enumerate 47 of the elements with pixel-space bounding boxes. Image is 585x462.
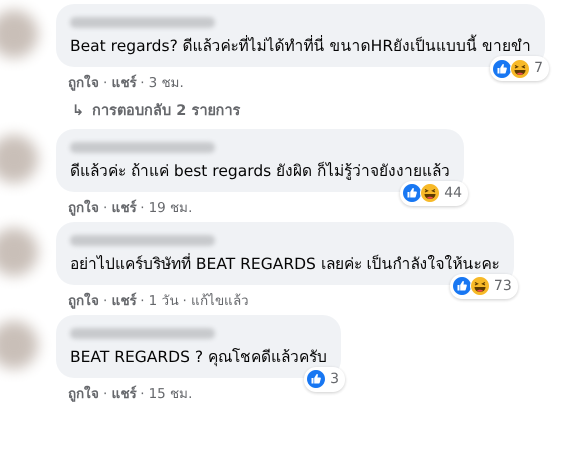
timestamp: 19 ชม. bbox=[148, 198, 192, 218]
separator-dot: · bbox=[103, 292, 108, 311]
laughing-emoji-icon bbox=[420, 183, 440, 204]
laughing-emoji-icon bbox=[470, 276, 490, 296]
separator-dot: · bbox=[182, 292, 187, 311]
action-link[interactable]: ถูกใจ bbox=[68, 198, 99, 222]
action-link[interactable]: แชร์ bbox=[111, 73, 136, 97]
avatar[interactable] bbox=[0, 320, 38, 369]
action-link[interactable]: แชร์ bbox=[111, 290, 136, 315]
separator-dot: · bbox=[103, 198, 108, 218]
comment-text: BEAT REGARDS ? คุณโชคดีแล้วครับ bbox=[70, 346, 328, 368]
action-link[interactable]: ถูกใจ bbox=[68, 384, 99, 408]
separator-dot: · bbox=[140, 292, 145, 311]
timestamp: 3 ชม. bbox=[148, 74, 184, 93]
separator-dot: · bbox=[103, 384, 108, 404]
reaction-summary[interactable]: 73 bbox=[450, 274, 518, 299]
timestamp: 15 ชม. bbox=[148, 384, 192, 404]
replies-link[interactable]: ↳ การตอบกลับ 2 รายการ bbox=[56, 97, 240, 129]
avatar[interactable] bbox=[0, 134, 38, 183]
comment-text: Beat regards? ดีแล้วค่ะที่ไม่ได้ทำที่นี่ ขนาดHRยังเป็นแบบนี้ ขายขำ bbox=[70, 34, 532, 58]
comment-text: อย่าไปแคร์บริษัทที่ BEAT REGARDS เลยค่ะ เป็นกำลังใจให้นะคะ bbox=[70, 252, 500, 275]
avatar[interactable] bbox=[0, 228, 38, 276]
laughing-emoji-icon bbox=[510, 58, 530, 78]
separator-dot: · bbox=[103, 74, 108, 93]
reaction-count: 44 bbox=[444, 184, 462, 203]
reaction-count: 3 bbox=[330, 370, 340, 389]
reaction-count: 7 bbox=[534, 59, 544, 78]
like-icon bbox=[306, 369, 326, 390]
comment-text: ดีแล้วค่ะ ถ้าแค่ best regards ยังผิด ก็ไม่รู้ว่าจยังงายแล้ว bbox=[70, 160, 450, 182]
action-link[interactable]: แชร์ bbox=[111, 384, 136, 408]
like-icon bbox=[492, 58, 512, 78]
action-link[interactable]: แชร์ bbox=[111, 198, 136, 222]
timestamp: 1 วัน bbox=[148, 292, 178, 311]
separator-dot: · bbox=[140, 198, 145, 218]
like-icon bbox=[402, 183, 422, 204]
reply-arrow-icon: ↳ bbox=[72, 101, 84, 123]
reaction-summary[interactable]: 3 bbox=[304, 366, 346, 392]
reaction-summary[interactable]: 44 bbox=[400, 180, 468, 206]
timestamp: แก้ไขแล้ว bbox=[190, 292, 249, 311]
separator-dot: · bbox=[140, 384, 145, 404]
reaction-count: 73 bbox=[494, 276, 512, 296]
separator-dot: · bbox=[140, 74, 145, 93]
reaction-summary[interactable]: 7 bbox=[490, 56, 550, 81]
action-link[interactable]: ถูกใจ bbox=[68, 290, 99, 315]
action-link[interactable]: ถูกใจ bbox=[68, 73, 99, 97]
like-icon bbox=[452, 276, 472, 296]
avatar[interactable] bbox=[0, 10, 38, 58]
